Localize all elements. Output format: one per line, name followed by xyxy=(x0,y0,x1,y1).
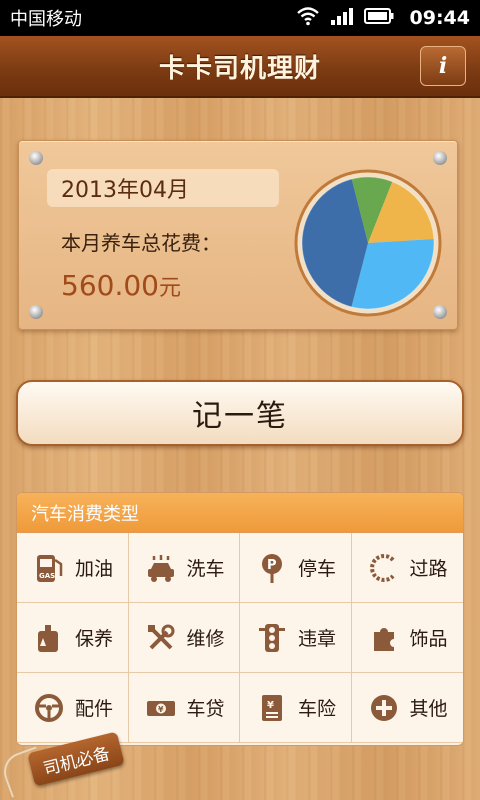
plus-icon xyxy=(368,692,400,724)
spend-pie-chart[interactable] xyxy=(294,169,442,317)
traffic-light-icon xyxy=(256,622,288,654)
insurance-icon: ¥ xyxy=(256,692,288,724)
svg-text:GAS: GAS xyxy=(39,572,55,580)
category-label: 配件 xyxy=(75,698,114,720)
category-label: 停车 xyxy=(298,558,337,580)
signal-icon xyxy=(330,6,354,31)
app-header: 卡卡司机理财 i xyxy=(0,36,480,98)
category-item-insurance[interactable]: ¥ 车险 xyxy=(240,673,352,743)
monthly-summary-card: 2013年04月 本月养车总花费： 560.00元 xyxy=(18,140,458,330)
battery-icon xyxy=(363,7,394,30)
category-label: 违章 xyxy=(298,628,337,650)
app-title: 卡卡司机理财 xyxy=(158,53,321,84)
screw-icon xyxy=(29,305,43,319)
currency-unit: 元 xyxy=(158,276,181,301)
wrench-icon xyxy=(145,622,177,654)
parking-icon: P xyxy=(256,552,288,584)
expense-category-panel: 汽车消费类型 GAS 加油 洗车 P 停车 过路 保养 维修 违章 饰品 配件 … xyxy=(16,492,464,746)
category-label: 维修 xyxy=(186,628,225,650)
steering-wheel-icon xyxy=(33,692,65,724)
category-label: 过路 xyxy=(409,558,448,580)
money-icon: ¥ xyxy=(145,692,177,724)
category-item-violation[interactable]: 违章 xyxy=(240,603,352,673)
category-label: 洗车 xyxy=(186,558,225,580)
puzzle-icon xyxy=(368,622,400,654)
category-label: 车贷 xyxy=(186,698,225,720)
total-spend-amount: 560.00 xyxy=(61,269,159,302)
category-item-car-wash[interactable]: 洗车 xyxy=(128,533,240,603)
clock: 09:44 xyxy=(409,7,470,29)
oil-can-icon xyxy=(33,622,65,654)
svg-text:¥: ¥ xyxy=(158,705,164,714)
category-item-other[interactable]: 其他 xyxy=(351,673,463,743)
category-label: 加油 xyxy=(75,558,114,580)
category-item-maintenance[interactable]: 保养 xyxy=(17,603,129,673)
category-item-accessories[interactable]: 饰品 xyxy=(351,603,463,673)
category-label: 车险 xyxy=(298,698,337,720)
svg-text:¥: ¥ xyxy=(267,700,274,711)
total-spend-label: 本月养车总花费： xyxy=(61,231,221,255)
carrier-name: 中国移动 xyxy=(10,9,82,30)
month-selector[interactable]: 2013年04月 xyxy=(47,169,279,207)
status-bar: 中国移动 09:44 xyxy=(0,0,480,36)
category-item-parking[interactable]: P 停车 xyxy=(240,533,352,603)
record-expense-button[interactable]: 记一笔 xyxy=(16,380,464,446)
category-item-repair[interactable]: 维修 xyxy=(128,603,240,673)
category-panel-title: 汽车消费类型 xyxy=(17,493,463,533)
category-item-fuel[interactable]: GAS 加油 xyxy=(17,533,129,603)
category-item-car-loan[interactable]: ¥ 车贷 xyxy=(128,673,240,743)
category-label: 保养 xyxy=(75,628,114,650)
pie-chart-svg xyxy=(294,169,442,317)
info-button[interactable]: i xyxy=(420,46,466,86)
wifi-icon xyxy=(296,6,320,31)
gas-pump-icon: GAS xyxy=(33,552,65,584)
svg-text:P: P xyxy=(267,558,277,573)
toll-road-icon xyxy=(368,552,400,584)
category-label: 其他 xyxy=(409,698,448,720)
car-wash-icon xyxy=(145,552,177,584)
category-label: 饰品 xyxy=(409,628,448,650)
screw-icon xyxy=(29,151,43,165)
category-item-toll[interactable]: 过路 xyxy=(351,533,463,603)
screw-icon xyxy=(433,151,447,165)
total-spend-value: 560.00元 xyxy=(61,269,181,302)
category-grid: GAS 加油 洗车 P 停车 过路 保养 维修 违章 饰品 配件 ¥ 车贷 ¥ … xyxy=(17,533,463,743)
